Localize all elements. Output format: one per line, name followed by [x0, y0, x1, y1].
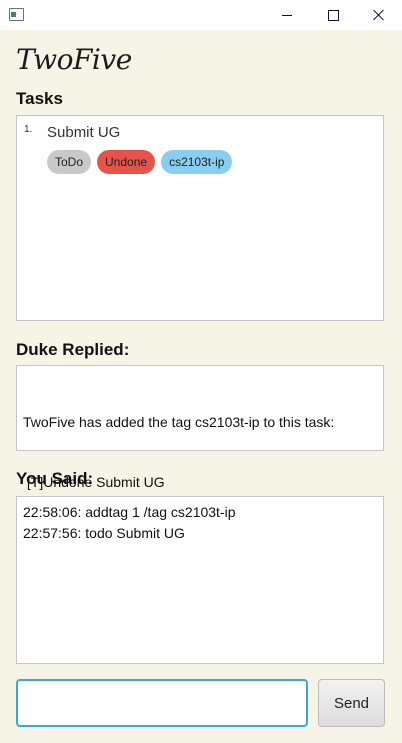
maximize-button[interactable]: [310, 0, 356, 30]
history-line: 22:57:56: todo Submit UG: [23, 525, 185, 541]
task-index: 1.: [24, 124, 33, 135]
maximize-icon: [327, 9, 339, 21]
tasks-label: Tasks: [16, 89, 63, 108]
task-description: Submit UG: [47, 124, 121, 141]
you-said-log: 22:58:06: addtag 1 /tag cs2103t-ip 22:57…: [16, 496, 384, 664]
command-input[interactable]: [16, 679, 308, 727]
duke-replied-label: Duke Replied:: [16, 340, 130, 359]
task-list[interactable]: 1. Submit UG ToDo Undone cs2103t-ip: [16, 115, 384, 321]
send-button[interactable]: Send: [318, 679, 385, 727]
app-window-icon: [9, 8, 24, 21]
tag-cs2103t-ip: cs2103t-ip: [161, 150, 233, 174]
close-button[interactable]: [356, 0, 402, 30]
minimize-button[interactable]: [264, 0, 310, 30]
command-history: 22:58:06: addtag 1 /tag cs2103t-ip 22:57…: [23, 502, 236, 544]
tag-todo: ToDo: [47, 150, 92, 174]
app-title: TwoFive: [16, 43, 132, 76]
duke-reply-box: TwoFive has added the tag cs2103t-ip to …: [16, 365, 384, 490]
history-line: 22:58:06: addtag 1 /tag cs2103t-ip: [23, 504, 236, 520]
you-said-label: You Said:: [16, 469, 94, 488]
minimize-icon: [282, 14, 292, 16]
task-tags: ToDo Undone cs2103t-ip: [47, 150, 233, 174]
window-titlebar: [0, 0, 402, 30]
close-icon: [373, 9, 385, 21]
tag-undone: Undone: [97, 150, 156, 174]
duke-reply-line: TwoFive has added the tag cs2103t-ip to …: [23, 414, 335, 430]
